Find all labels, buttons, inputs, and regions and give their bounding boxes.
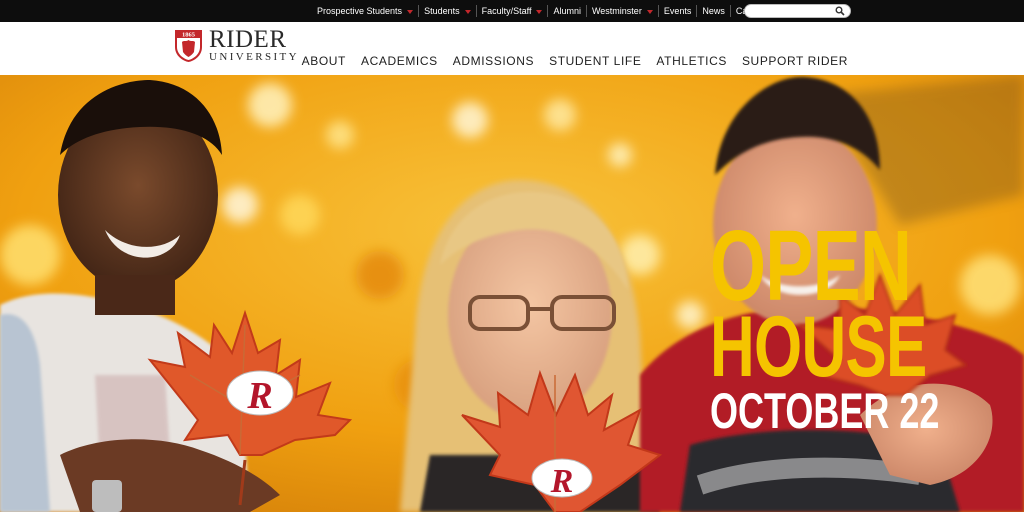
utility-link-label: Alumni — [553, 6, 581, 16]
main-nav: ABOUT ACADEMICS ADMISSIONS STUDENT LIFE ATHL… — [287, 54, 848, 68]
wordmark: RIDER UNIVERSITY — [209, 26, 299, 63]
utility-bar: Prospective Students Students Faculty/Staf… — [0, 0, 1024, 22]
utility-link-label: Faculty/Staff — [481, 6, 532, 16]
utility-link-prospective-students[interactable]: Prospective Students — [312, 5, 418, 17]
promo-headline-2: HOUSE — [710, 299, 927, 395]
nav-academics[interactable]: ACADEMICS — [361, 54, 438, 68]
logo-year: 1865 — [182, 31, 196, 38]
caret-down-icon — [464, 9, 471, 14]
rider-logo[interactable]: 1865 RIDER UNIVERSITY — [174, 26, 299, 63]
crest-icon: 1865 — [175, 30, 202, 62]
nav-support-rider[interactable]: SUPPORT RIDER — [742, 54, 848, 68]
utility-link-label: Prospective Students — [317, 6, 403, 16]
svg-text:R: R — [550, 463, 574, 500]
hero-banner[interactable]: R R OPEN HOUSE OCTOBER 22 — [0, 75, 1024, 512]
open-house-promo[interactable]: OPEN HOUSE OCTOBER 22 — [710, 210, 1024, 439]
nav-athletics[interactable]: ATHLETICS — [656, 54, 727, 68]
nav-admissions[interactable]: ADMISSIONS — [453, 54, 534, 68]
utility-link-alumni[interactable]: Alumni — [547, 5, 586, 17]
caret-down-icon — [407, 9, 414, 14]
logo-subtitle: UNIVERSITY — [209, 51, 299, 63]
utility-nav: Prospective Students Students Faculty/Staf… — [312, 0, 810, 22]
promo-date: OCTOBER 22 — [710, 383, 940, 439]
utility-link-faculty-staff[interactable]: Faculty/Staff — [475, 5, 548, 17]
logo-name: RIDER — [209, 26, 287, 53]
utility-link-label: Events — [663, 6, 692, 16]
utility-link-news[interactable]: News — [696, 5, 730, 17]
svg-text:R: R — [246, 375, 272, 417]
nav-student-life[interactable]: STUDENT LIFE — [549, 54, 641, 68]
promo-headline-1: OPEN — [710, 210, 912, 322]
site-header: 1865 RIDER UNIVERSITY ABOUT ACADEMICS ADMI… — [0, 22, 1024, 75]
utility-link-label: Students — [424, 6, 460, 16]
caret-down-icon — [536, 9, 543, 14]
search-icon[interactable] — [835, 6, 845, 16]
search-input[interactable] — [744, 4, 851, 18]
utility-link-label: Westminster — [591, 6, 642, 16]
utility-link-students[interactable]: Students — [418, 5, 476, 17]
caret-down-icon — [646, 9, 653, 14]
nav-about[interactable]: ABOUT — [302, 54, 346, 68]
utility-link-westminster[interactable]: Westminster — [585, 5, 658, 17]
utility-link-label: News — [702, 6, 725, 16]
utility-link-events[interactable]: Events — [657, 5, 697, 17]
